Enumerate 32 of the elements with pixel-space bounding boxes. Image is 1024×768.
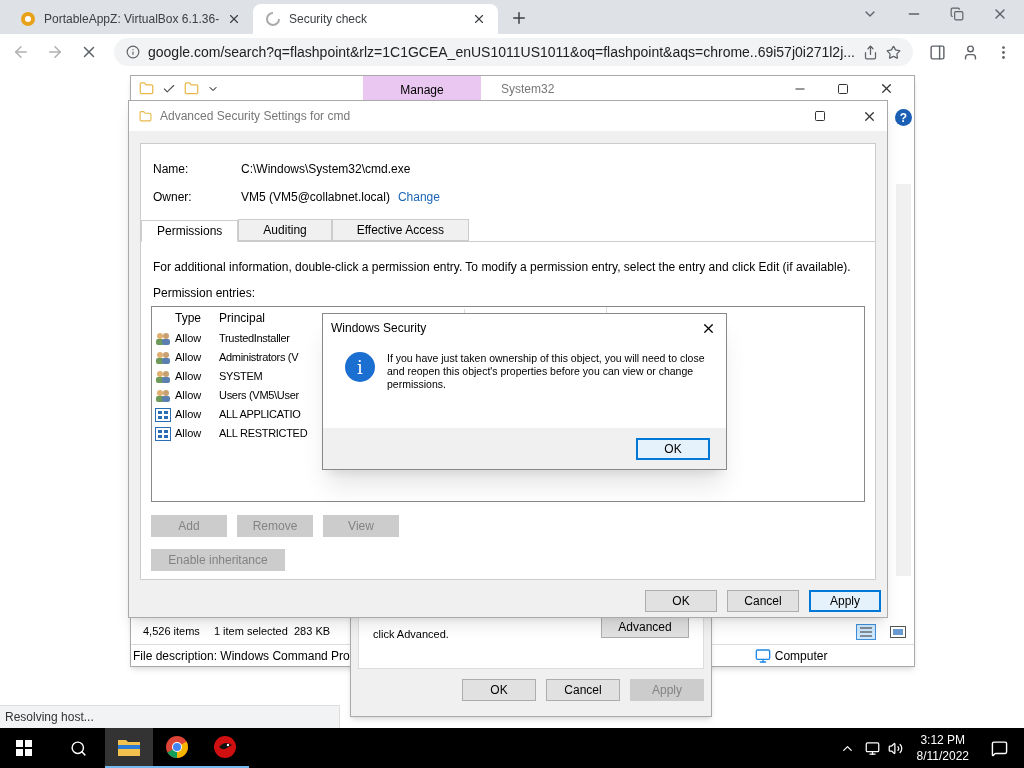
owner-name: VM5 (VM5@collabnet.local) <box>241 189 390 206</box>
field-label: Owner: <box>153 189 193 206</box>
field-label: Name: <box>153 161 190 178</box>
url-text: google.com/search?q=flashpoint&rlz=1C1GCEA_enUS1011US1011&oq=flashpoint&aqs=chrome..69i57j0i271l2j... <box>148 42 855 62</box>
table-cell-text: Allow <box>175 388 203 404</box>
location-label: Computer <box>774 647 828 665</box>
file-description: File description: Windows Command Pro <box>133 647 350 665</box>
instructions-text: For additional information, double-click a permission entry. To modify a permission entry, select the entry and click Edit (if available). <box>152 259 852 276</box>
table-cell-text: Allow <box>175 350 203 366</box>
table-cell-text: ALL RESTRICTED <box>219 426 308 442</box>
table-cell-text: Allow <box>175 426 203 442</box>
hint-text: click Advanced. <box>373 627 449 642</box>
table-cell-text: Allow <box>175 331 203 347</box>
section-label: Permission entries: <box>152 285 257 302</box>
table-cell-text: SYSTEM <box>219 369 263 385</box>
status-text: Resolving host... <box>5 709 94 726</box>
table-cell-text: Users (VM5\User <box>219 388 299 404</box>
table-cell-text: TrustedInstaller <box>219 331 290 347</box>
tab-title: Security check <box>289 11 369 28</box>
table-cell-text: Allow <box>175 407 203 423</box>
file-path: C:\Windows\System32\cmd.exe <box>241 161 411 178</box>
message-text: If you have just taken ownership of this object, you will need to close and reopen this object's properties before you can view or change permissions. <box>387 352 706 392</box>
selection-info: 1 item selected 283 KB <box>213 624 331 640</box>
table-cell-text: Administrators (V <box>219 350 299 366</box>
window-title: System32 <box>501 80 555 98</box>
information-icon: i <box>345 352 375 382</box>
table-cell-text: Allow <box>175 369 203 385</box>
tab-title: PortableAppZ: VirtualBox 6.1.36- <box>44 11 219 28</box>
dialog-title: Advanced Security Settings for cmd <box>160 108 351 125</box>
item-count: 4,526 items <box>143 624 200 640</box>
table-cell-text: ALL APPLICATIO <box>219 407 301 423</box>
dialog-title: Windows Security <box>331 320 427 337</box>
